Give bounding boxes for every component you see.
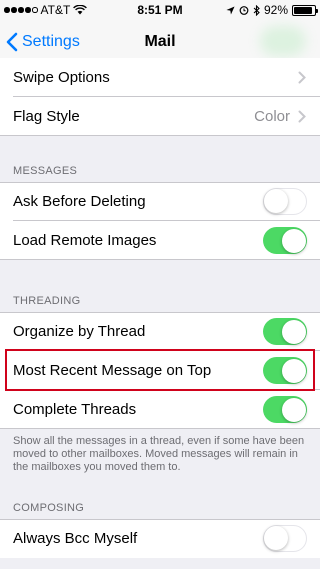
battery-fill	[294, 6, 313, 14]
organize-by-thread-label: Organize by Thread	[13, 323, 146, 340]
always-bcc-myself-row: Always Bcc Myself	[0, 519, 320, 558]
alarm-clock-icon	[239, 6, 249, 15]
row-separator	[0, 259, 320, 260]
always-bcc-myself-toggle[interactable]	[263, 525, 307, 552]
flag-style-label: Flag Style	[13, 108, 80, 125]
load-remote-images-label: Load Remote Images	[13, 232, 157, 249]
row-separator	[0, 312, 320, 313]
always-bcc-myself-label: Always Bcc Myself	[13, 530, 138, 547]
status-bar: AT&T 8:51 PM 92%	[0, 0, 320, 20]
status-right: 92%	[226, 3, 318, 17]
flag-style-row[interactable]: Flag Style Color	[0, 97, 320, 136]
messages-section-header: MESSAGES	[13, 165, 78, 177]
row-separator	[0, 428, 320, 429]
nav-decoration	[260, 26, 306, 56]
load-remote-images-row: Load Remote Images	[0, 221, 320, 260]
load-remote-images-toggle[interactable]	[263, 227, 307, 254]
row-separator	[0, 135, 320, 136]
location-arrow-icon	[226, 5, 235, 15]
most-recent-on-top-label: Most Recent Message on Top	[13, 362, 212, 379]
complete-threads-toggle[interactable]	[263, 396, 307, 423]
swipe-options-label: Swipe Options	[13, 69, 110, 86]
flag-style-value: Color	[254, 108, 290, 125]
organize-by-thread-toggle[interactable]	[263, 318, 307, 345]
battery-percent: 92%	[263, 3, 288, 17]
most-recent-on-top-toggle[interactable]	[263, 357, 307, 384]
threading-footer-text: Show all the messages in a thread, even …	[13, 435, 305, 473]
row-separator	[0, 519, 320, 520]
complete-threads-label: Complete Threads	[13, 401, 137, 418]
chevron-right-icon	[298, 71, 306, 84]
swipe-options-row[interactable]: Swipe Options	[0, 58, 320, 97]
chevron-right-icon	[298, 110, 306, 123]
bluetooth-icon	[253, 4, 260, 16]
ask-before-deleting-row: Ask Before Deleting	[0, 182, 320, 221]
threading-section-header: THREADING	[13, 295, 81, 307]
composing-section-header: COMPOSING	[13, 502, 85, 514]
organize-by-thread-row: Organize by Thread	[0, 312, 320, 351]
ask-before-deleting-label: Ask Before Deleting	[13, 193, 146, 210]
ask-before-deleting-toggle[interactable]	[263, 188, 307, 215]
most-recent-on-top-row: Most Recent Message on Top	[0, 351, 320, 390]
battery-icon	[292, 4, 318, 16]
complete-threads-row: Complete Threads	[0, 390, 320, 429]
row-separator	[0, 182, 320, 183]
